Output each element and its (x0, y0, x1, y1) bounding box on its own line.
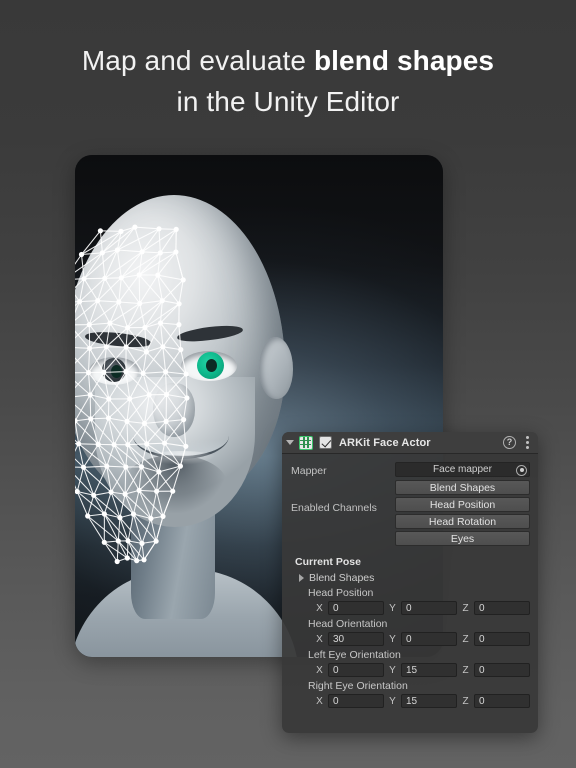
left-eye-x-axis: X (316, 664, 323, 676)
mapper-value: Face mapper (433, 464, 492, 475)
channel-button-head-position[interactable]: Head Position (395, 497, 530, 512)
right-eye-y-axis: Y (389, 695, 396, 707)
help-icon[interactable]: ? (503, 436, 516, 449)
head-orientation-label: Head Orientation (308, 618, 388, 630)
component-title: ARKit Face Actor (339, 436, 431, 449)
chevron-right-icon[interactable] (299, 574, 304, 582)
mapper-object-field[interactable]: Face mapper (395, 462, 530, 477)
headline-line-1: Map and evaluate blend shapes (82, 45, 494, 76)
enabled-channels-label: Enabled Channels (291, 502, 377, 514)
channel-button-blend-shapes[interactable]: Blend Shapes (395, 480, 530, 495)
left-eye-y-field[interactable]: 15 (401, 663, 457, 677)
left-eye-orientation-row: X 0 Y 15 Z 0 (315, 663, 530, 677)
page-title: Map and evaluate blend shapes in the Uni… (0, 40, 576, 122)
left-eye-z-field[interactable]: 0 (474, 663, 530, 677)
head-position-x-axis: X (316, 602, 323, 614)
left-eye-y-axis: Y (389, 664, 396, 676)
left-eye-x-field[interactable]: 0 (328, 663, 384, 677)
mapper-row: Mapper Face mapper (291, 462, 530, 477)
head-orientation-y-field[interactable]: 0 (401, 632, 457, 646)
enabled-channels-buttons: Blend Shapes Head Position Head Rotation… (395, 480, 530, 546)
headline-line-1-prefix: Map and evaluate (81, 45, 314, 76)
component-enabled-checkbox[interactable] (319, 436, 332, 449)
head-position-x-field[interactable]: 0 (328, 601, 384, 615)
head-orientation-x-axis: X (316, 633, 323, 645)
left-eye-orientation-label: Left Eye Orientation (308, 649, 401, 661)
right-eye-x-field[interactable]: 0 (328, 694, 384, 708)
inspector-panel: ARKit Face Actor ? Mapper Face mapper En… (282, 432, 538, 733)
head-position-y-field[interactable]: 0 (401, 601, 457, 615)
right-eye-y-field[interactable]: 15 (401, 694, 457, 708)
inspector-body: Mapper Face mapper Enabled Channels Blen… (282, 454, 538, 708)
right-eye-x-axis: X (316, 695, 323, 707)
head-position-z-axis: Z (462, 602, 469, 614)
inspector-header[interactable]: ARKit Face Actor ? (282, 432, 538, 454)
head-position-y-axis: Y (389, 602, 396, 614)
right-eye-z-field[interactable]: 0 (474, 694, 530, 708)
script-component-icon (299, 435, 313, 450)
right-eye-orientation-row: X 0 Y 15 Z 0 (315, 694, 530, 708)
blend-shapes-foldout[interactable]: Blend Shapes (299, 572, 530, 584)
current-pose-title: Current Pose (295, 556, 361, 568)
blend-shapes-foldout-label: Blend Shapes (309, 572, 375, 584)
headline-line-1-strong: blend shapes (313, 45, 495, 76)
right-eye-z-axis: Z (462, 695, 469, 707)
head-orientation-x-field[interactable]: 30 (328, 632, 384, 646)
right-eye-orientation-label: Right Eye Orientation (308, 680, 408, 692)
kebab-menu-icon[interactable] (526, 441, 529, 444)
mapper-label: Mapper (291, 465, 327, 477)
head-orientation-z-field[interactable]: 0 (474, 632, 530, 646)
head-position-row: X 0 Y 0 Z 0 (315, 601, 530, 615)
object-picker-icon[interactable] (516, 464, 527, 476)
headline-line-2: in the Unity Editor (176, 86, 400, 117)
head-orientation-row: X 30 Y 0 Z 0 (315, 632, 530, 646)
enabled-channels-row: Enabled Channels Blend Shapes Head Posit… (291, 480, 530, 546)
head-position-z-field[interactable]: 0 (474, 601, 530, 615)
channel-button-eyes[interactable]: Eyes (395, 531, 530, 546)
head-position-label: Head Position (308, 587, 374, 599)
channel-button-head-rotation[interactable]: Head Rotation (395, 514, 530, 529)
head-orientation-z-axis: Z (462, 633, 469, 645)
component-foldout-icon[interactable] (286, 440, 294, 445)
head-orientation-y-axis: Y (389, 633, 396, 645)
left-eye-z-axis: Z (462, 664, 469, 676)
